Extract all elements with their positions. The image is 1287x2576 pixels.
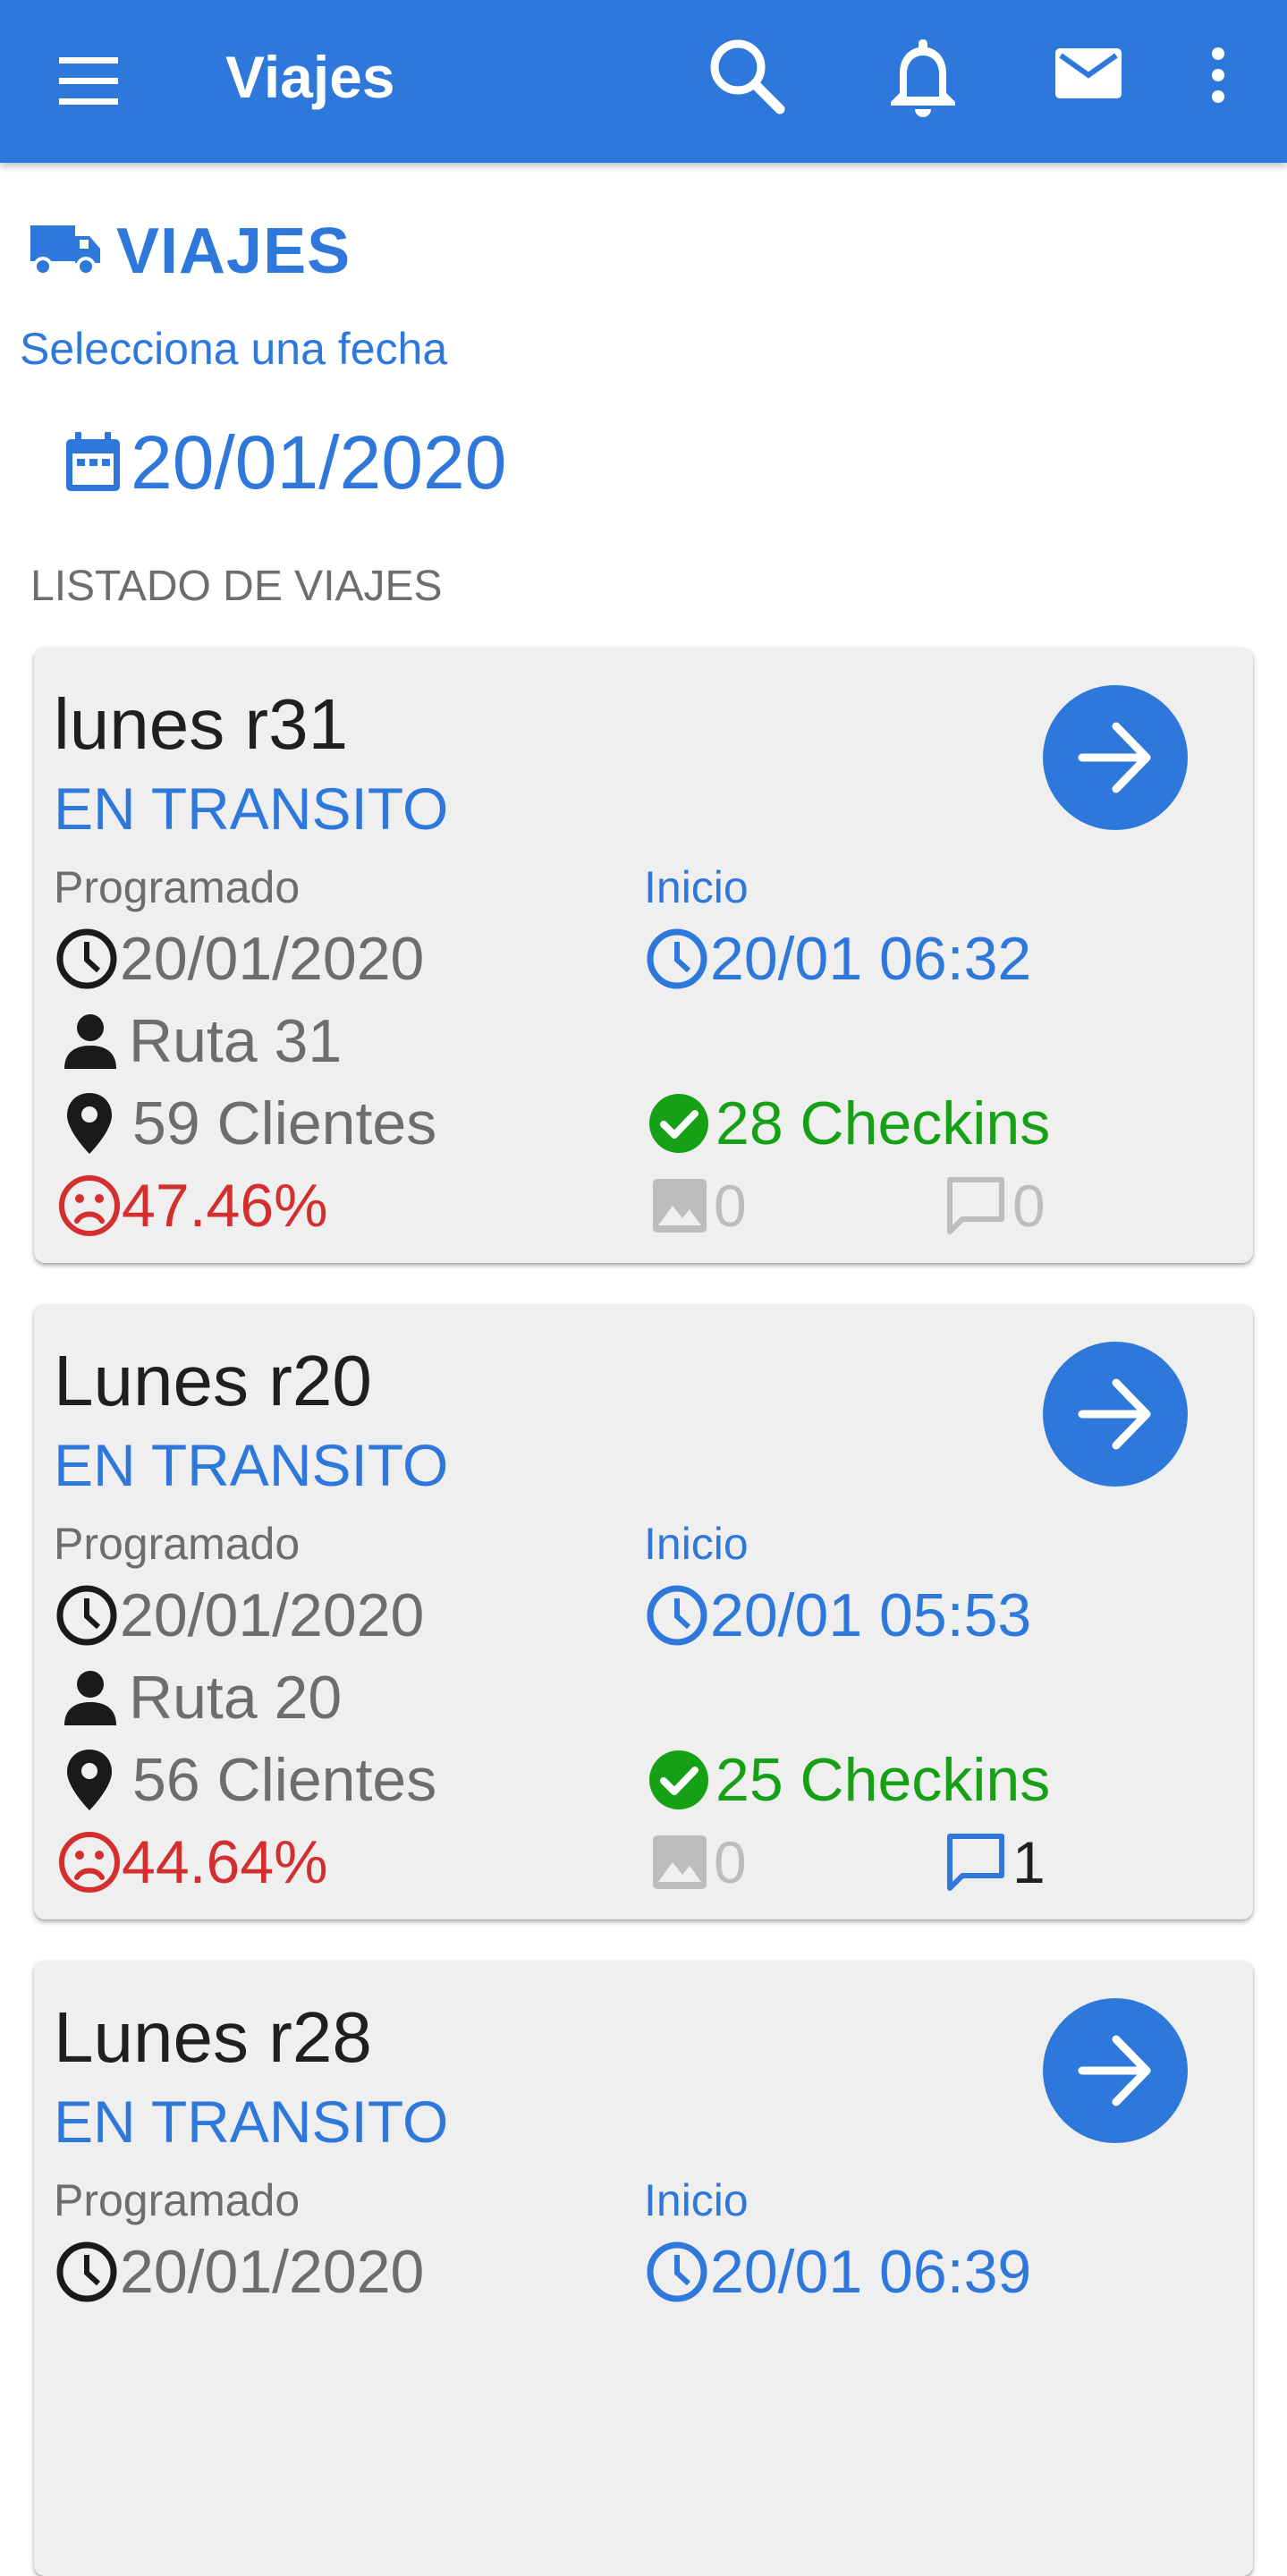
start-label: Inicio xyxy=(644,2175,749,2225)
date-picker[interactable]: 20/01/2020 xyxy=(63,413,506,512)
location-pin-icon xyxy=(67,1093,112,1154)
menu-icon[interactable] xyxy=(55,50,122,113)
trip-name: Lunes r20 xyxy=(54,1341,372,1420)
check-circle-icon xyxy=(649,1094,708,1153)
scheduled-date: 20/01/2020 xyxy=(120,925,425,993)
clock-icon xyxy=(56,2241,117,2302)
mail-icon[interactable] xyxy=(1054,45,1123,102)
sad-face-icon xyxy=(59,1832,120,1893)
more-vert-icon[interactable] xyxy=(1207,45,1229,107)
percent-value: 44.64% xyxy=(122,1828,328,1896)
sad-face-icon xyxy=(59,1175,120,1236)
selected-date: 20/01/2020 xyxy=(131,419,507,504)
person-icon xyxy=(64,1014,116,1069)
comment-icon[interactable] xyxy=(944,1831,1007,1894)
trip-name: Lunes r28 xyxy=(54,1997,372,2077)
open-trip-button[interactable] xyxy=(1043,1342,1188,1487)
start-time: 20/01 06:39 xyxy=(710,2238,1032,2306)
scheduled-label: Programado xyxy=(54,2175,301,2225)
scheduled-label: Programado xyxy=(54,1519,301,1569)
route-name: Ruta 20 xyxy=(129,1664,343,1732)
scheduled-label: Programado xyxy=(54,862,301,912)
image-icon xyxy=(653,1835,707,1889)
trip-list-header: LISTADO DE VIAJES xyxy=(30,563,443,610)
trip-status: EN TRANSITO xyxy=(54,1432,449,1498)
trip-status: EN TRANSITO xyxy=(54,2089,449,2155)
start-label: Inicio xyxy=(644,862,749,912)
comments-count: 0 xyxy=(1012,1173,1046,1239)
arrow-right-icon xyxy=(1078,722,1151,793)
section-title: VIAJES xyxy=(30,211,351,292)
photos-count: 0 xyxy=(714,1829,747,1895)
start-label: Inicio xyxy=(644,1519,749,1569)
open-trip-button[interactable] xyxy=(1043,685,1188,830)
image-icon xyxy=(653,1179,707,1233)
search-icon[interactable] xyxy=(707,36,787,116)
scheduled-date: 20/01/2020 xyxy=(120,2238,425,2306)
arrow-right-icon xyxy=(1078,2035,1151,2106)
trip-status: EN TRANSITO xyxy=(54,775,449,842)
truck-icon xyxy=(30,225,100,276)
photos-count: 0 xyxy=(714,1173,747,1239)
comment-icon xyxy=(947,1177,1004,1234)
check-circle-icon xyxy=(649,1750,708,1809)
app-bar: Viajes xyxy=(0,0,1287,163)
clock-icon xyxy=(647,2241,707,2302)
percent-value: 47.46% xyxy=(122,1172,328,1240)
trip-card[interactable]: lunes r31 EN TRANSITO Programado Inicio … xyxy=(34,648,1253,1263)
open-trip-button[interactable] xyxy=(1043,1998,1188,2143)
clients-count: 56 Clientes xyxy=(132,1746,437,1814)
person-icon xyxy=(64,1671,116,1725)
select-date-label: Selecciona una fecha xyxy=(20,324,448,374)
route-name: Ruta 31 xyxy=(129,1007,343,1075)
clients-count: 59 Clientes xyxy=(132,1089,437,1157)
comments-count: 1 xyxy=(1012,1829,1046,1895)
start-time: 20/01 05:53 xyxy=(710,1581,1032,1649)
clock-icon xyxy=(647,928,707,989)
arrow-right-icon xyxy=(1078,1378,1151,1450)
location-pin-icon xyxy=(67,1750,112,1810)
calendar-icon xyxy=(66,432,120,491)
checkins-count: 28 Checkins xyxy=(715,1089,1051,1157)
clock-icon xyxy=(56,1585,117,1646)
app-bar-title: Viajes xyxy=(225,44,395,110)
checkins-count: 25 Checkins xyxy=(715,1746,1051,1814)
start-time: 20/01 06:32 xyxy=(710,925,1032,993)
scheduled-date: 20/01/2020 xyxy=(120,1581,425,1649)
trip-name: lunes r31 xyxy=(54,684,349,764)
clock-icon xyxy=(56,928,117,989)
trip-card[interactable]: Lunes r28 EN TRANSITO Programado Inicio … xyxy=(34,1961,1253,2576)
section-title-text: VIAJES xyxy=(116,216,351,287)
clock-icon xyxy=(647,1585,707,1646)
trip-card[interactable]: Lunes r20 EN TRANSITO Programado Inicio … xyxy=(34,1304,1253,1919)
bell-icon[interactable] xyxy=(885,34,961,120)
